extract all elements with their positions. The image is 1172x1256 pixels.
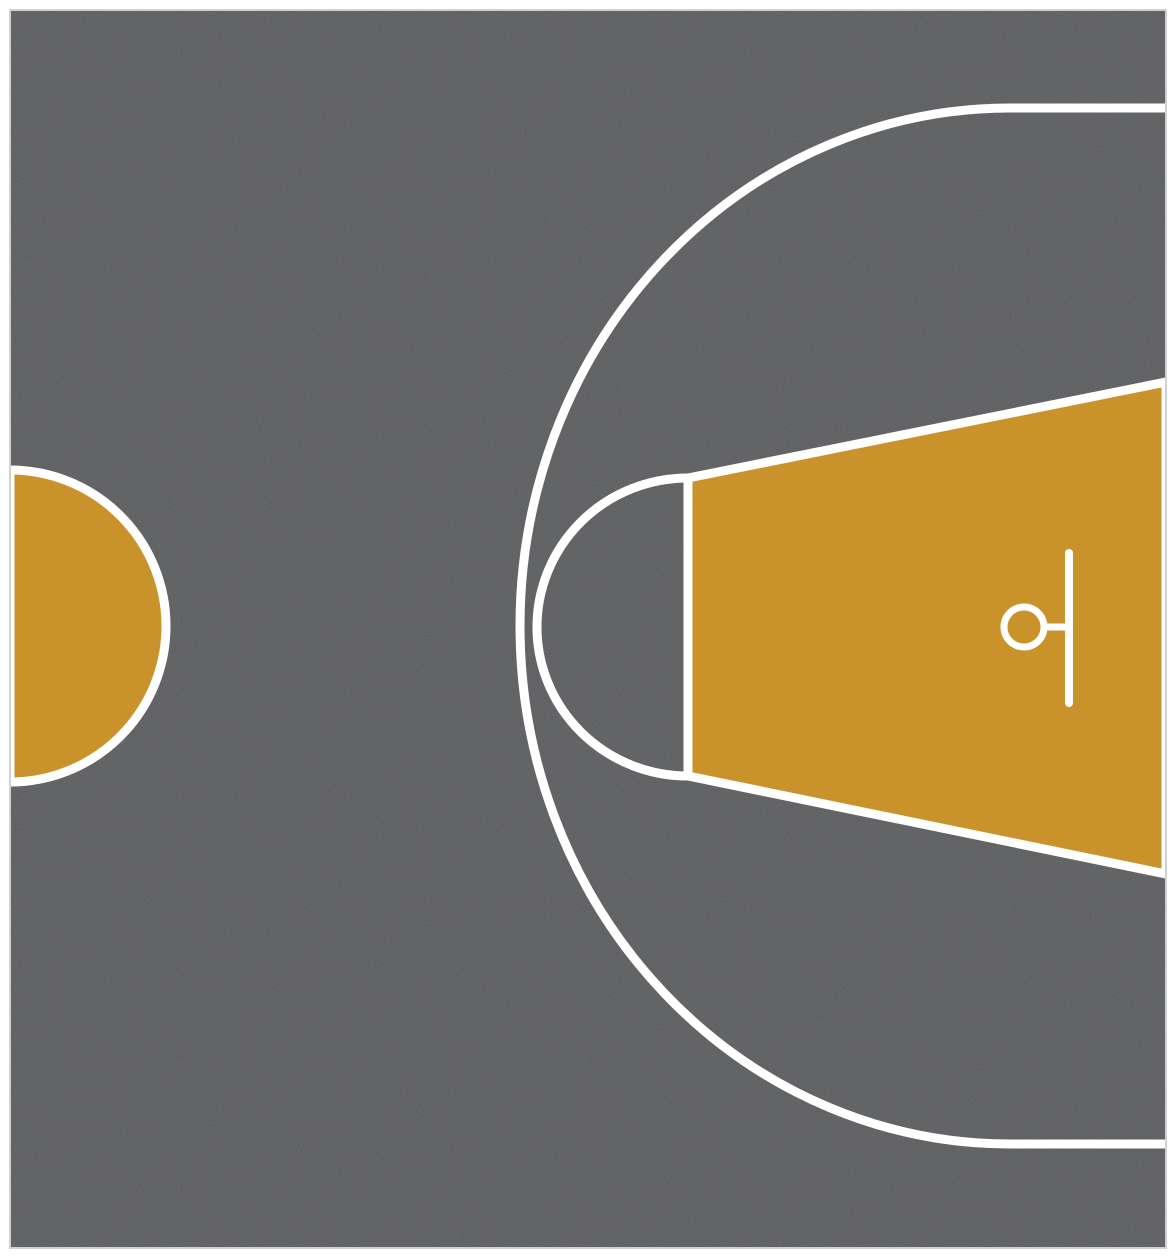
- court-surface-group: [10, 10, 1166, 1248]
- basketball-half-court: [0, 0, 1172, 1256]
- court-diagram: [0, 0, 1172, 1256]
